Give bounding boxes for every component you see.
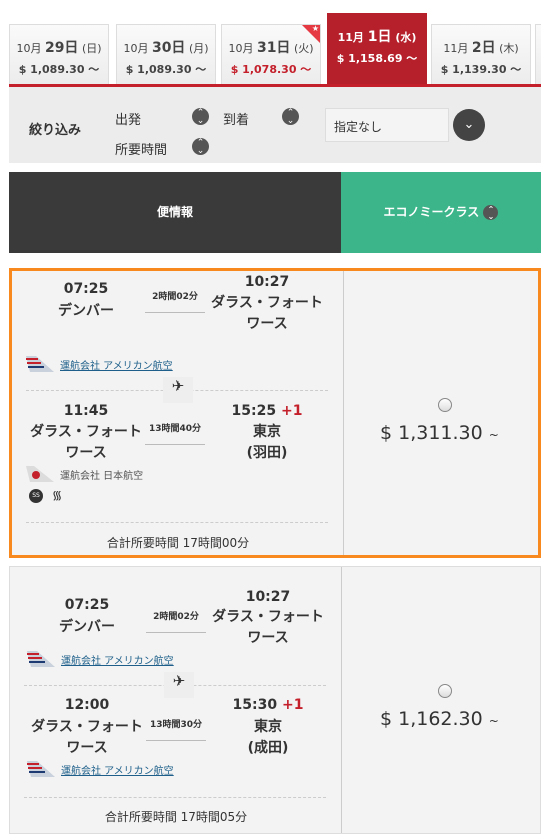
tab-day: 2日: [471, 40, 496, 56]
day-offset: +1: [280, 403, 303, 419]
segment-duration: 2時間02分: [146, 609, 206, 633]
operator: 運航会社 アメリカン航空: [27, 651, 174, 667]
operator: 運航会社 アメリカン航空: [26, 356, 173, 372]
filter-bar: 絞り込み 出発 ⌃ ⌄ 到着 ⌃ ⌄ 所要時間 ⌃ ⌄ 指定なし ⌄: [9, 87, 541, 163]
filter-select[interactable]: 指定なし: [325, 108, 449, 142]
day-offset: +1: [281, 697, 304, 713]
divider: [26, 522, 328, 523]
date-tab-oct29[interactable]: 10月 29日 (日) $ 1,089.30 〜: [9, 24, 109, 85]
date-tab-oct31[interactable]: ★ 10月 31日 (火) $ 1,078.30 〜: [221, 24, 321, 85]
operator-link[interactable]: 運航会社 アメリカン航空: [60, 357, 173, 372]
tab-weekday: (木): [499, 42, 519, 55]
american-airlines-logo-icon: [27, 761, 55, 777]
connection-icon: ✈: [163, 377, 193, 403]
sort-duration-label[interactable]: 所要時間: [115, 139, 167, 158]
price-value: $ 1,311.30: [380, 422, 483, 444]
tab-month: 10月: [228, 42, 254, 55]
tab-day: 30日: [151, 40, 186, 56]
american-airlines-logo-icon: [27, 651, 55, 667]
departure-city: ダラス・フォート ワース: [30, 424, 142, 461]
tab-price: $ 1,139.30 〜: [440, 63, 522, 76]
date-tab-nov1[interactable]: 11月 1日 (水) $ 1,158.69 〜: [327, 13, 427, 85]
flight-info-pane: 07:25 デンバー 2時間02分 10:27 ダラス・フォート ワース 運航会…: [10, 567, 342, 833]
fare-radio[interactable]: [438, 684, 452, 698]
operator-name: 運航会社 日本航空: [60, 470, 144, 482]
price-value: $ 1,162.30: [380, 708, 483, 730]
sort-duration-icon[interactable]: ⌃ ⌄: [192, 138, 209, 156]
sort-departure-icon[interactable]: ⌃ ⌄: [192, 108, 209, 126]
filter-title: 絞り込み: [29, 123, 82, 138]
japan-airlines-logo-icon: [26, 466, 54, 482]
tab-month: 11月: [443, 42, 469, 55]
sort-icon: ⌃ ⌄: [483, 205, 499, 221]
arrival-time: 15:25: [231, 403, 277, 419]
flight-info-pane: 07:25 デンバー 2時間02分 10:27 ダラス・フォート ワース 運航会…: [12, 271, 344, 555]
flight-result-1[interactable]: 07:25 デンバー 2時間02分 10:27 ダラス・フォート ワース 運航会…: [9, 268, 541, 558]
tab-weekday: (月): [188, 42, 209, 55]
departure-city: ダラス・フォート ワース: [31, 719, 143, 756]
header-economy[interactable]: エコノミークラス ⌃ ⌄: [341, 172, 541, 253]
tab-price: $ 1,158.69 〜: [336, 52, 418, 65]
tab-weekday: (火): [293, 42, 314, 55]
price-suffix: ~: [488, 428, 499, 442]
tab-day: 1日: [367, 29, 392, 45]
tab-weekday: (日): [81, 42, 102, 55]
date-tab-next[interactable]: [535, 24, 541, 85]
economy-label: エコノミークラス: [383, 205, 480, 219]
american-airlines-logo-icon: [26, 356, 54, 372]
departure-city: デンバー: [59, 619, 115, 635]
tab-day: 29日: [44, 40, 79, 56]
fare-price: $ 1,311.30 ~: [380, 422, 499, 444]
segment-duration: 13時間40分: [145, 421, 205, 445]
tab-price: $ 1,089.30 〜: [125, 63, 207, 76]
seat-selection-icon: SS: [29, 489, 43, 503]
arrival-time: 10:27: [245, 589, 291, 605]
flight-result-2[interactable]: 07:25 デンバー 2時間02分 10:27 ダラス・フォート ワース 運航会…: [9, 566, 541, 834]
chevron-down-icon[interactable]: ⌄: [453, 109, 485, 141]
connection-icon: ✈: [164, 672, 194, 698]
departure-time: 12:00: [64, 697, 110, 713]
arrival-city: ダラス・フォート ワース: [212, 609, 324, 646]
header-flight-info: 便情報: [9, 172, 341, 253]
total-duration: 合計所要時間 17時間00分: [106, 536, 250, 550]
operator: 運航会社 日本航空: [26, 466, 143, 482]
segment-duration: 2時間02分: [145, 289, 205, 313]
tab-day: 31日: [256, 40, 291, 56]
sort-arrival-label[interactable]: 到着: [223, 109, 249, 128]
wifi-icon: ᯾: [52, 488, 63, 502]
departure-city: デンバー: [58, 303, 114, 319]
price-suffix: ~: [488, 714, 499, 728]
operator-link[interactable]: 運航会社 アメリカン航空: [61, 652, 174, 667]
operator: 運航会社 アメリカン航空: [27, 761, 174, 777]
arrival-time: 15:30: [232, 697, 278, 713]
arrival-time: 10:27: [244, 274, 290, 290]
fare-price: $ 1,162.30 ~: [380, 708, 499, 730]
departure-time: 07:25: [64, 597, 110, 613]
fare-radio[interactable]: [438, 398, 452, 412]
tab-price: $ 1,078.30 〜: [230, 63, 312, 76]
tab-weekday: (水): [395, 31, 417, 44]
tab-month: 10月: [16, 42, 42, 55]
tab-month: 11月: [337, 31, 364, 44]
operator-link[interactable]: 運航会社 アメリカン航空: [61, 762, 174, 777]
divider: [24, 797, 326, 798]
date-tab-nov2[interactable]: 11月 2日 (木) $ 1,139.30 〜: [431, 24, 531, 85]
tab-price: $ 1,089.30 〜: [18, 63, 100, 76]
departure-time: 11:45: [63, 403, 109, 419]
sort-arrival-icon[interactable]: ⌃ ⌄: [282, 108, 299, 126]
arrival-city: 東京 (成田): [247, 719, 289, 756]
arrival-city: ダラス・フォート ワース: [211, 295, 323, 332]
arrival-city: 東京 (羽田): [246, 424, 288, 461]
tab-month: 10月: [123, 42, 149, 55]
lowest-price-star-icon: ★: [302, 24, 320, 43]
segment-duration: 13時間30分: [146, 717, 206, 741]
sort-departure-label[interactable]: 出発: [115, 109, 141, 128]
total-duration: 合計所要時間 17時間05分: [104, 810, 248, 824]
departure-time: 07:25: [63, 281, 109, 297]
date-tab-oct30[interactable]: 10月 30日 (月) $ 1,089.30 〜: [116, 24, 216, 85]
